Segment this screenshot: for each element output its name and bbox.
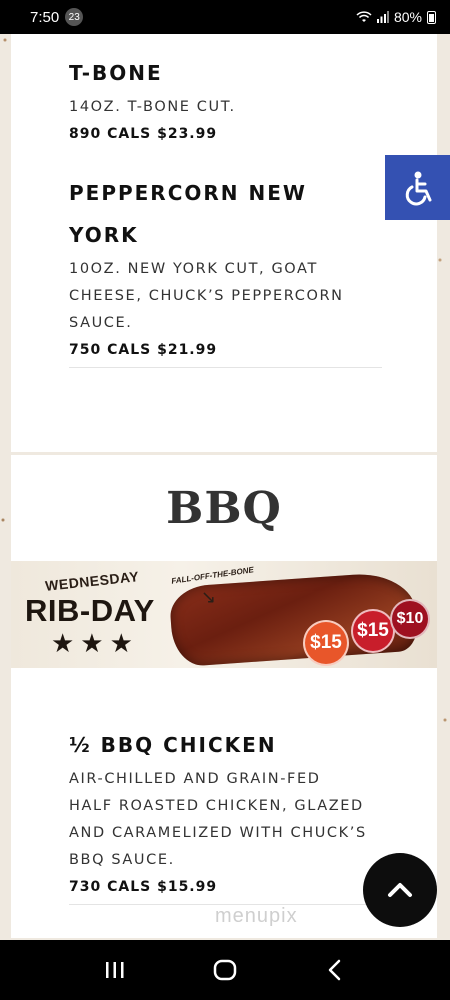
- rib-day-banner: WEDNESDAY RIB-DAY ★★★ FALL-OFF-THE-BONE …: [11, 561, 437, 668]
- menu-item-peppercorn-new-york[interactable]: PEPPERCORN NEW YORK 10OZ. NEW YORK CUT, …: [69, 172, 382, 368]
- notification-badge: 23: [65, 8, 84, 26]
- item-description-line-1: 10OZ. NEW YORK CUT, GOAT: [69, 261, 318, 277]
- item-description-line-2: CHEESE, CHUCK’S PEPPERCORN: [69, 288, 344, 304]
- item-description-line-3: SAUCE.: [69, 315, 133, 331]
- section-header-bbq: BBQ: [11, 455, 437, 561]
- recent-apps-icon: [106, 962, 124, 978]
- item-description-line-4: BBQ SAUCE.: [69, 852, 175, 868]
- watermark: menupix: [215, 905, 298, 927]
- signal-icon: [376, 11, 389, 23]
- chevron-up-icon: [388, 883, 412, 897]
- item-description-line-2: HALF ROASTED CHICKEN, GLAZED: [69, 798, 364, 814]
- status-time: 7:50: [30, 8, 60, 26]
- system-nav-bar: [0, 940, 450, 1000]
- back-button[interactable]: [315, 950, 355, 990]
- item-name: T-BONE: [69, 61, 163, 85]
- accessibility-button[interactable]: [385, 155, 450, 220]
- item-description-line-3: AND CARAMELIZED WITH CHUCK’S: [69, 825, 367, 841]
- wifi-icon: [356, 11, 372, 22]
- banner-title: RIB-DAY: [25, 593, 155, 628]
- price-badge: $15: [303, 620, 349, 666]
- banner-day: WEDNESDAY: [44, 568, 140, 594]
- status-right: 80%: [356, 9, 436, 25]
- home-icon: [213, 959, 237, 981]
- item-price: 730 CALS $15.99: [69, 879, 218, 895]
- back-icon: [328, 959, 341, 981]
- recent-apps-button[interactable]: [95, 950, 135, 990]
- menu-item-t-bone[interactable]: T-BONE 14OZ. T-BONE CUT. 890 CALS $23.99: [69, 52, 382, 147]
- item-price: 750 CALS $21.99: [69, 342, 218, 358]
- section-title: BBQ: [166, 482, 282, 534]
- item-description: 14OZ. T-BONE CUT.: [69, 99, 236, 115]
- home-button[interactable]: [205, 950, 245, 990]
- battery-percent: 80%: [393, 9, 422, 25]
- banner-stars: ★★★: [51, 629, 139, 659]
- price-badge: $10: [390, 599, 430, 639]
- item-description-line-1: AIR-CHILLED AND GRAIN-FED: [69, 771, 321, 787]
- divider: [69, 367, 382, 368]
- battery-icon: [427, 10, 436, 24]
- price-badge: $15: [351, 609, 395, 653]
- menu-item-half-bbq-chicken[interactable]: ½ BBQ CHICKEN AIR-CHILLED AND GRAIN-FED …: [69, 724, 382, 905]
- item-name-line-1: PEPPERCORN NEW: [69, 181, 307, 205]
- wheelchair-icon: [405, 171, 431, 205]
- item-price: 890 CALS $23.99: [69, 126, 218, 142]
- item-name: ½ BBQ CHICKEN: [69, 733, 277, 757]
- item-name-line-2: YORK: [69, 223, 139, 247]
- status-left: 7:50 23: [30, 8, 84, 26]
- curved-arrow-icon: ↘: [201, 587, 217, 608]
- status-bar: 7:50 23 80%: [0, 0, 450, 34]
- menu-card-steaks: T-BONE 14OZ. T-BONE CUT. 890 CALS $23.99…: [11, 34, 437, 452]
- scroll-to-top-button[interactable]: [363, 853, 437, 927]
